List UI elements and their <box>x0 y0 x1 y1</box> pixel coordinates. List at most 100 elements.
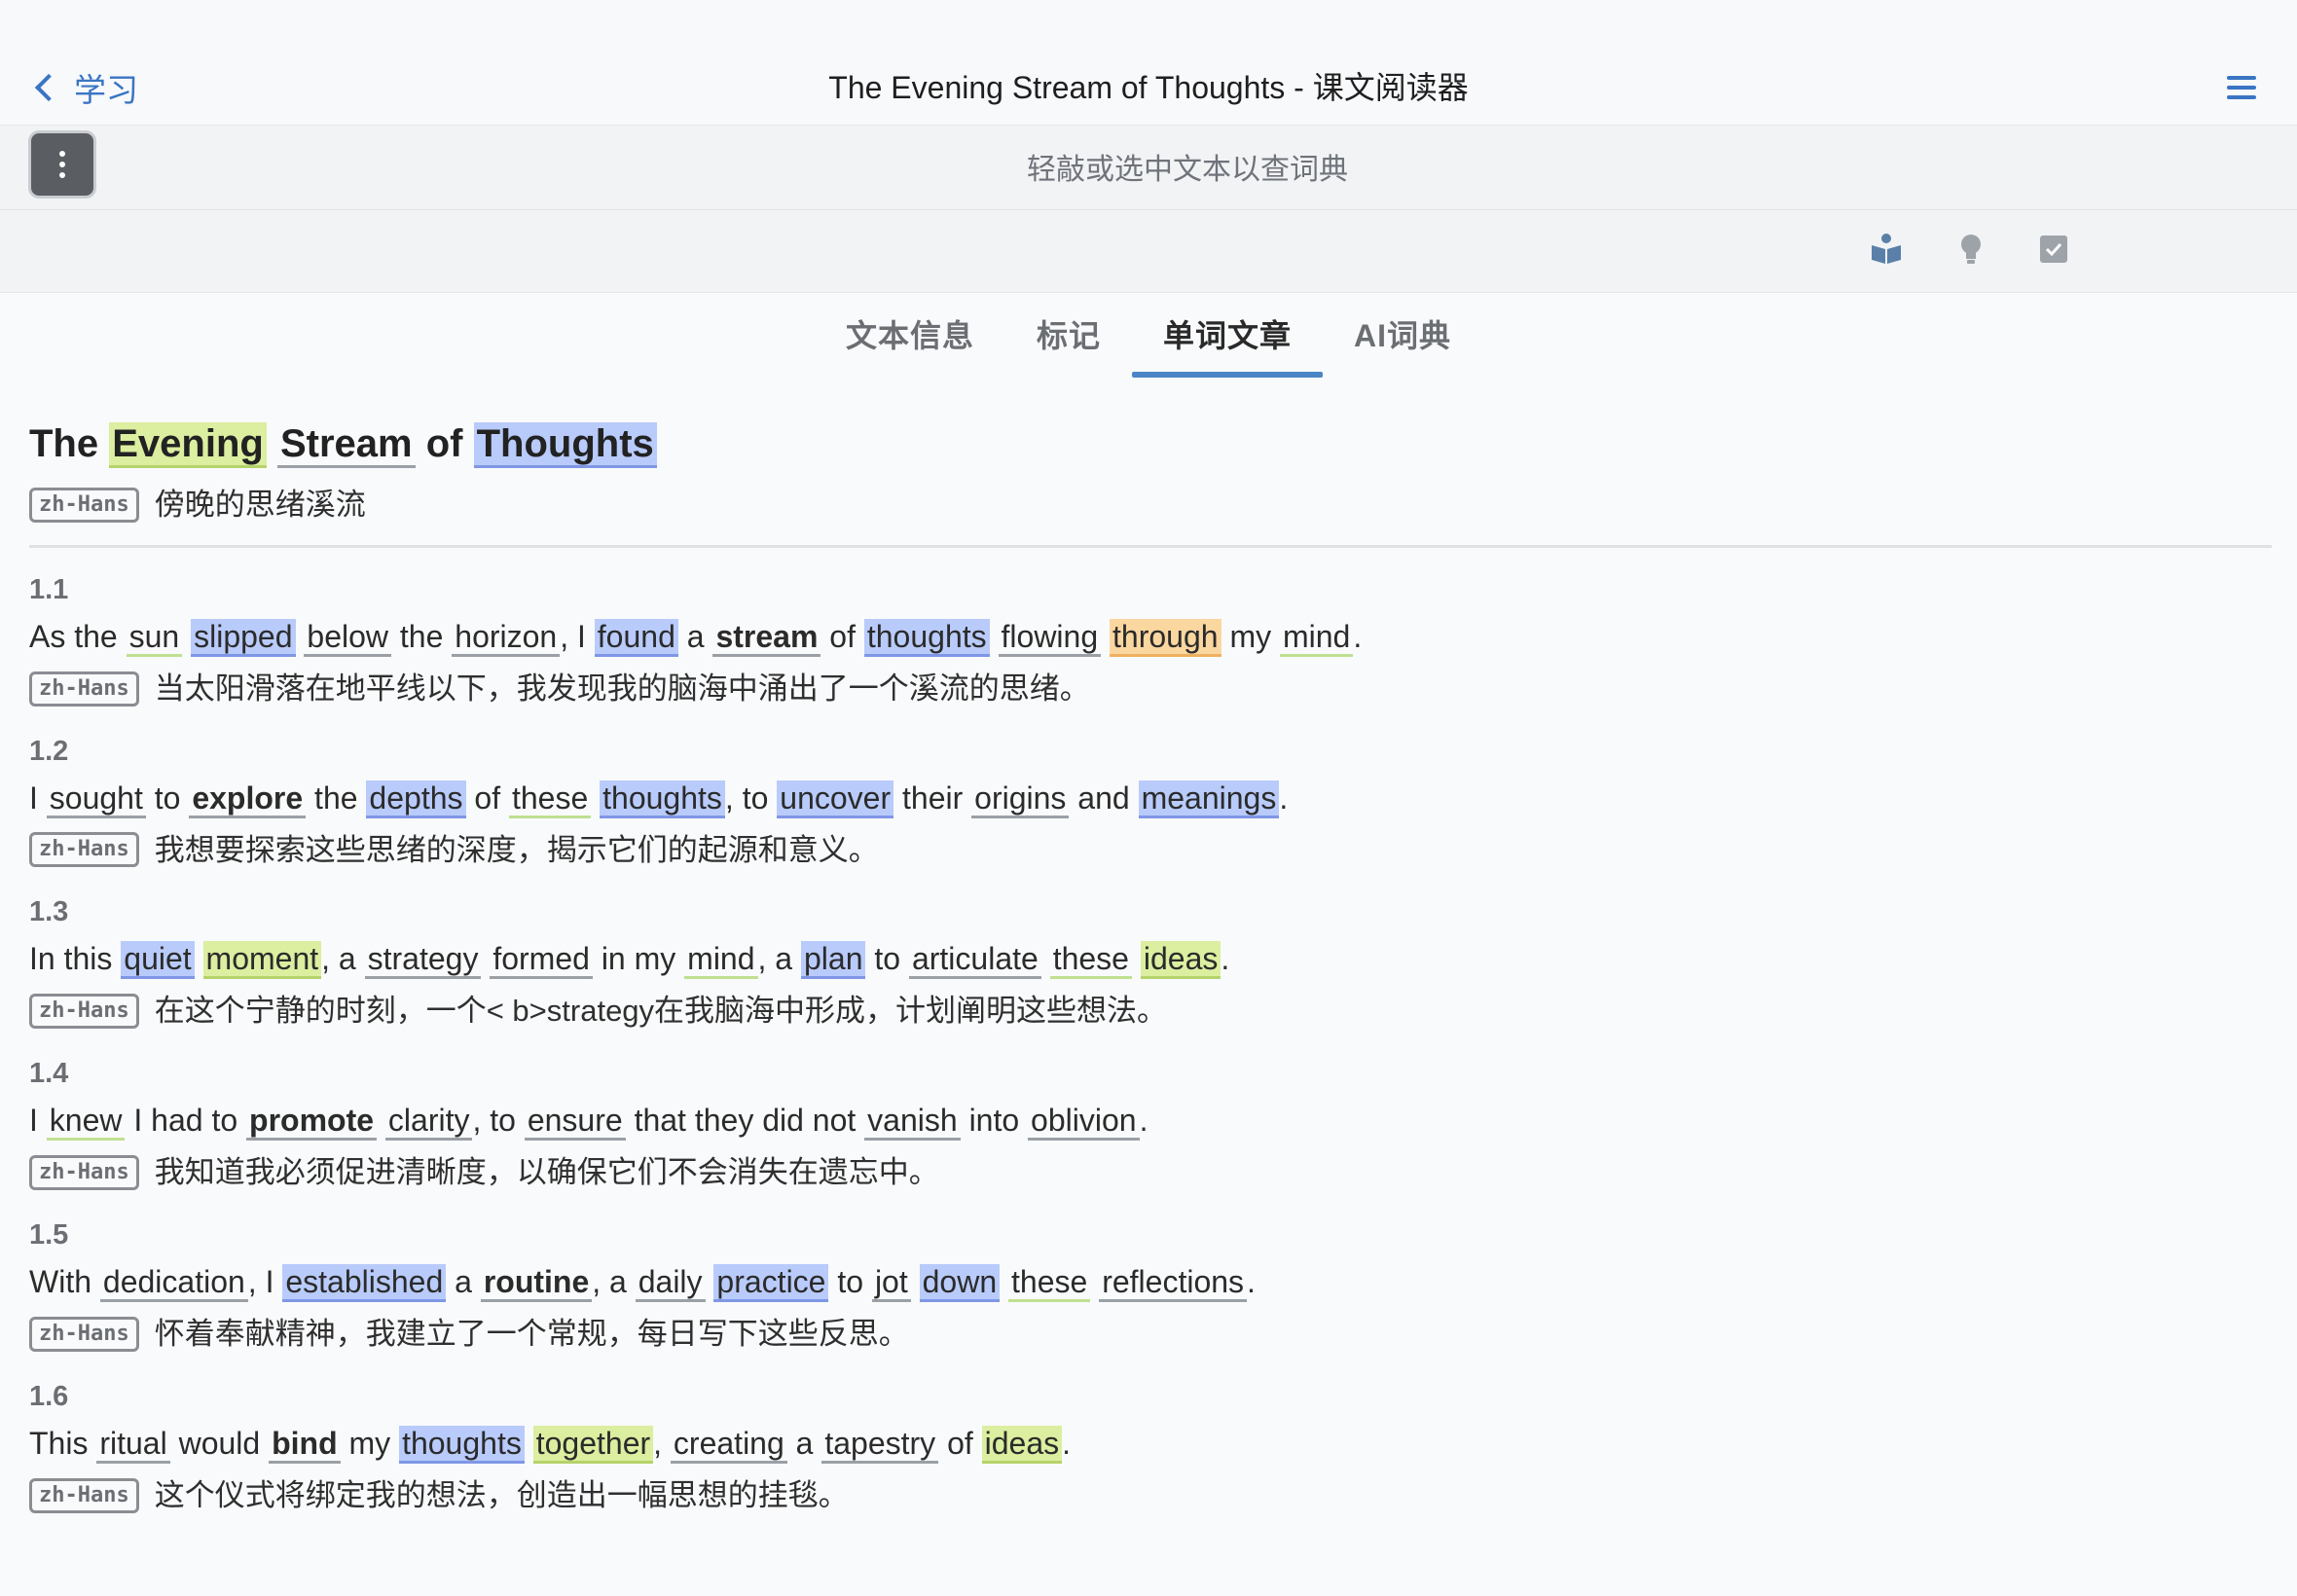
highlighted-word[interactable]: reflections <box>1099 1264 1248 1303</box>
highlighted-word[interactable]: depths <box>366 780 466 818</box>
highlighted-word[interactable]: creating <box>670 1425 787 1464</box>
word[interactable]: of <box>947 1426 973 1461</box>
highlighted-word[interactable]: meanings <box>1138 780 1280 818</box>
word[interactable]: that <box>635 1103 686 1138</box>
word[interactable]: of <box>426 422 463 465</box>
highlighted-word[interactable]: quiet <box>121 941 195 980</box>
word[interactable]: a <box>796 1426 814 1461</box>
word[interactable]: to <box>490 1103 516 1138</box>
word[interactable]: a <box>775 941 792 976</box>
word[interactable]: I <box>29 1103 38 1138</box>
highlighted-word[interactable]: ideas <box>1140 941 1221 980</box>
highlighted-word[interactable]: jot <box>871 1264 911 1303</box>
word[interactable]: of <box>474 780 500 816</box>
tab-ai-dictionary[interactable]: AI词典 <box>1323 292 1482 376</box>
highlighted-word[interactable]: uncover <box>777 780 894 818</box>
key-word[interactable]: explore <box>189 780 307 818</box>
highlighted-word[interactable]: found <box>594 618 678 657</box>
word[interactable]: the <box>74 619 117 654</box>
word[interactable]: a <box>609 1264 627 1299</box>
highlighted-word[interactable]: these <box>508 780 592 818</box>
word[interactable]: would <box>179 1426 261 1461</box>
word[interactable]: their <box>902 780 963 816</box>
highlighted-word[interactable]: these <box>1008 1264 1091 1303</box>
highlighted-word[interactable]: knew <box>46 1103 126 1142</box>
tab-text-info[interactable]: 文本信息 <box>815 292 1005 376</box>
word[interactable]: I <box>577 619 586 654</box>
word[interactable]: not <box>813 1103 856 1138</box>
highlighted-word[interactable]: established <box>282 1264 447 1303</box>
key-word[interactable]: promote <box>246 1103 378 1142</box>
word[interactable]: into <box>969 1103 1020 1138</box>
tab-marks[interactable]: 标记 <box>1005 292 1132 376</box>
word[interactable]: a <box>455 1264 472 1299</box>
highlighted-word[interactable]: tapestry <box>821 1425 939 1464</box>
highlighted-word[interactable]: plan <box>800 941 866 980</box>
highlighted-word[interactable]: sun <box>126 618 183 657</box>
word[interactable]: did <box>762 1103 804 1138</box>
word[interactable]: The <box>29 422 98 465</box>
word[interactable]: to <box>743 780 769 816</box>
highlighted-word[interactable]: flowing <box>998 618 1102 657</box>
word[interactable]: This <box>29 1426 88 1461</box>
word[interactable]: With <box>29 1264 91 1299</box>
highlighted-word[interactable]: formed <box>490 941 593 980</box>
highlighted-word[interactable]: mind <box>684 941 758 980</box>
highlighted-word[interactable]: thoughts <box>863 618 990 657</box>
word[interactable]: the <box>400 619 443 654</box>
word[interactable]: to <box>874 941 900 976</box>
highlighted-word[interactable]: slipped <box>191 618 296 657</box>
word[interactable]: I <box>133 1103 142 1138</box>
highlighted-word[interactable]: strategy <box>364 941 482 980</box>
highlighted-word[interactable]: thoughts <box>600 780 725 818</box>
word[interactable]: my <box>635 941 676 976</box>
highlighted-word[interactable]: daily <box>635 1264 706 1303</box>
word[interactable]: As <box>29 619 65 654</box>
highlighted-word[interactable]: dedication <box>99 1264 248 1303</box>
word[interactable]: had <box>151 1103 202 1138</box>
highlighted-word[interactable]: through <box>1110 618 1221 657</box>
key-word[interactable]: routine <box>480 1264 593 1303</box>
word[interactable]: I <box>29 780 38 816</box>
word[interactable]: the <box>314 780 357 816</box>
highlighted-word[interactable]: Thoughts <box>473 422 657 468</box>
word[interactable]: to <box>211 1103 237 1138</box>
highlighted-word[interactable]: these <box>1049 941 1132 980</box>
highlighted-word[interactable]: mind <box>1279 618 1354 657</box>
highlighted-word[interactable]: Evening <box>109 422 267 468</box>
menu-icon[interactable] <box>2227 76 2256 99</box>
highlighted-word[interactable]: horizon <box>452 618 561 657</box>
word[interactable]: to <box>837 1264 863 1299</box>
word[interactable]: and <box>1077 780 1129 816</box>
tab-word-article[interactable]: 单词文章 <box>1132 292 1324 378</box>
highlighted-word[interactable]: oblivion <box>1028 1103 1140 1142</box>
word[interactable]: In <box>29 941 55 976</box>
highlighted-word[interactable]: sought <box>46 780 146 818</box>
highlighted-word[interactable]: articulate <box>908 941 1041 980</box>
highlighted-word[interactable]: down <box>919 1264 1001 1303</box>
word[interactable]: a <box>687 619 705 654</box>
word[interactable]: they <box>695 1103 753 1138</box>
word[interactable]: a <box>339 941 356 976</box>
highlighted-word[interactable]: moment <box>202 941 322 980</box>
highlighted-word[interactable]: ideas <box>981 1425 1063 1464</box>
lightbulb-icon[interactable] <box>1953 232 1988 267</box>
key-word[interactable]: stream <box>712 618 821 657</box>
highlighted-word[interactable]: ensure <box>524 1103 626 1142</box>
word[interactable]: my <box>349 1426 391 1461</box>
highlighted-word[interactable]: origins <box>971 780 1070 818</box>
highlighted-word[interactable]: practice <box>713 1264 829 1303</box>
highlighted-word[interactable]: Stream <box>276 422 416 468</box>
book-reader-icon[interactable] <box>1869 232 1904 267</box>
word[interactable]: I <box>266 1264 274 1299</box>
key-word[interactable]: bind <box>269 1425 341 1464</box>
highlighted-word[interactable]: clarity <box>384 1103 473 1142</box>
highlighted-word[interactable]: vanish <box>864 1103 961 1142</box>
word[interactable]: in <box>602 941 626 976</box>
checkbox-icon[interactable] <box>2036 232 2071 267</box>
word[interactable]: my <box>1229 619 1271 654</box>
word[interactable]: of <box>829 619 856 654</box>
highlighted-word[interactable]: together <box>532 1425 654 1464</box>
highlighted-word[interactable]: below <box>304 618 391 657</box>
word[interactable]: to <box>155 780 181 816</box>
